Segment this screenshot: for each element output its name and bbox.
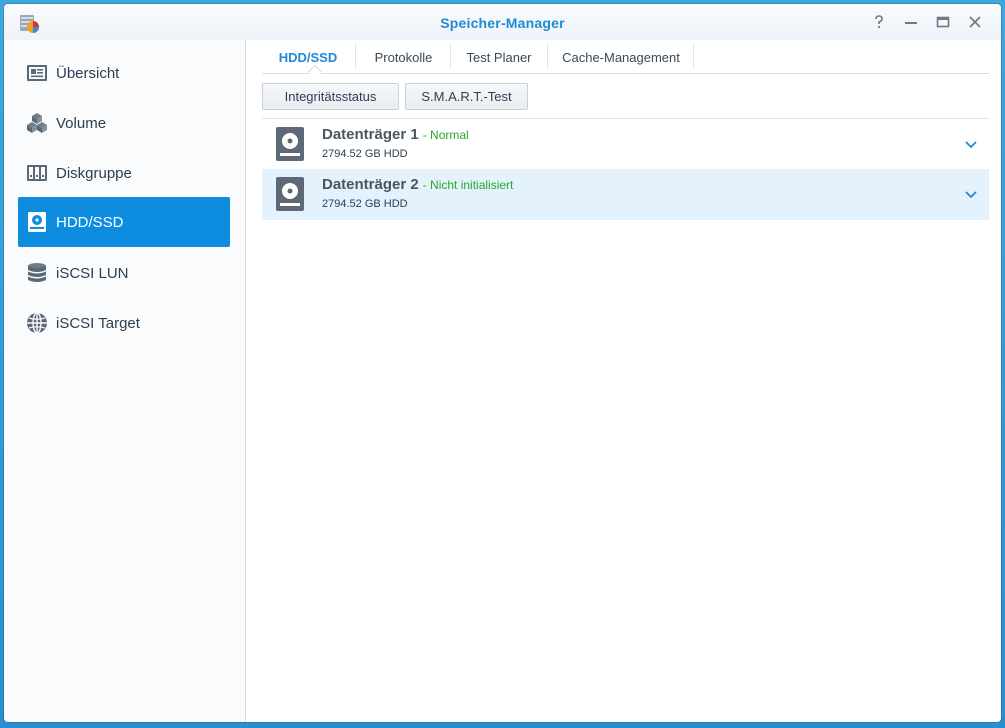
sidebar-item-volume[interactable]: Volume	[18, 98, 230, 148]
disk-name-line: Datenträger 1- Normal	[322, 126, 469, 143]
tab-separator	[693, 44, 694, 68]
sidebar-item-label: iSCSI Target	[56, 314, 140, 332]
tab-test-planer[interactable]: Test Planer	[451, 40, 547, 74]
tab-hdd-ssd[interactable]: HDD/SSD	[262, 40, 354, 74]
maximize-icon[interactable]	[934, 13, 952, 31]
disk-group-icon	[27, 165, 47, 181]
disk-detail: 2794.52 GB HDD	[322, 198, 408, 210]
disk-row[interactable]: Datenträger 1- Normal 2794.52 GB HDD	[262, 119, 989, 170]
hdd-icon	[28, 212, 46, 232]
sidebar-item-hdd-ssd[interactable]: HDD/SSD	[18, 197, 230, 247]
sidebar-item-label: Übersicht	[56, 64, 120, 82]
sidebar-item-overview[interactable]: Übersicht	[18, 48, 230, 98]
integrity-status-button[interactable]: Integritätsstatus	[262, 83, 399, 110]
tab-cache-management[interactable]: Cache-Management	[548, 40, 694, 74]
main-panel: HDD/SSD Protokolle Test Planer Cache-Man…	[246, 40, 1001, 722]
globe-icon	[27, 312, 47, 334]
hdd-icon	[276, 127, 304, 161]
chevron-down-icon[interactable]	[963, 137, 979, 153]
help-icon[interactable]	[870, 13, 888, 31]
disk-name: Datenträger 2	[322, 176, 419, 193]
minimize-icon[interactable]	[902, 13, 920, 31]
sidebar-item-label: HDD/SSD	[56, 213, 124, 231]
sidebar-item-iscsi-target[interactable]: iSCSI Target	[18, 298, 230, 348]
tab-bar: HDD/SSD Protokolle Test Planer Cache-Man…	[262, 40, 989, 80]
disk-detail: 2794.52 GB HDD	[322, 148, 408, 160]
sidebar-item-label: iSCSI LUN	[56, 264, 129, 282]
title-bar[interactable]: Speicher-Manager	[4, 4, 1001, 40]
storage-manager-window: Speicher-Manager Übersicht Volume Diskgr…	[4, 4, 1001, 722]
disk-name-line: Datenträger 2- Nicht initialisiert	[322, 176, 513, 193]
disk-name: Datenträger 1	[322, 126, 419, 143]
overview-icon	[27, 65, 47, 81]
disk-status: - Normal	[422, 128, 469, 142]
sidebar: Übersicht Volume Diskgruppe HDD/SSD iSCS…	[4, 40, 246, 722]
chevron-down-icon[interactable]	[963, 187, 979, 203]
tab-protokolle[interactable]: Protokolle	[356, 40, 451, 74]
sidebar-item-label: Diskgruppe	[56, 164, 132, 182]
window-title: Speicher-Manager	[440, 15, 565, 31]
sidebar-item-iscsi-lun[interactable]: iSCSI LUN	[18, 248, 230, 298]
cubes-icon	[27, 113, 47, 133]
hdd-icon	[276, 177, 304, 211]
sidebar-item-label: Volume	[56, 114, 107, 132]
sidebar-item-diskgroup[interactable]: Diskgruppe	[18, 148, 230, 198]
disk-status: - Nicht initialisiert	[422, 178, 514, 192]
close-icon[interactable]	[966, 13, 984, 31]
smart-test-button[interactable]: S.M.A.R.T.-Test	[405, 83, 528, 110]
database-icon	[28, 263, 46, 282]
disk-row[interactable]: Datenträger 2- Nicht initialisiert 2794.…	[262, 169, 989, 220]
